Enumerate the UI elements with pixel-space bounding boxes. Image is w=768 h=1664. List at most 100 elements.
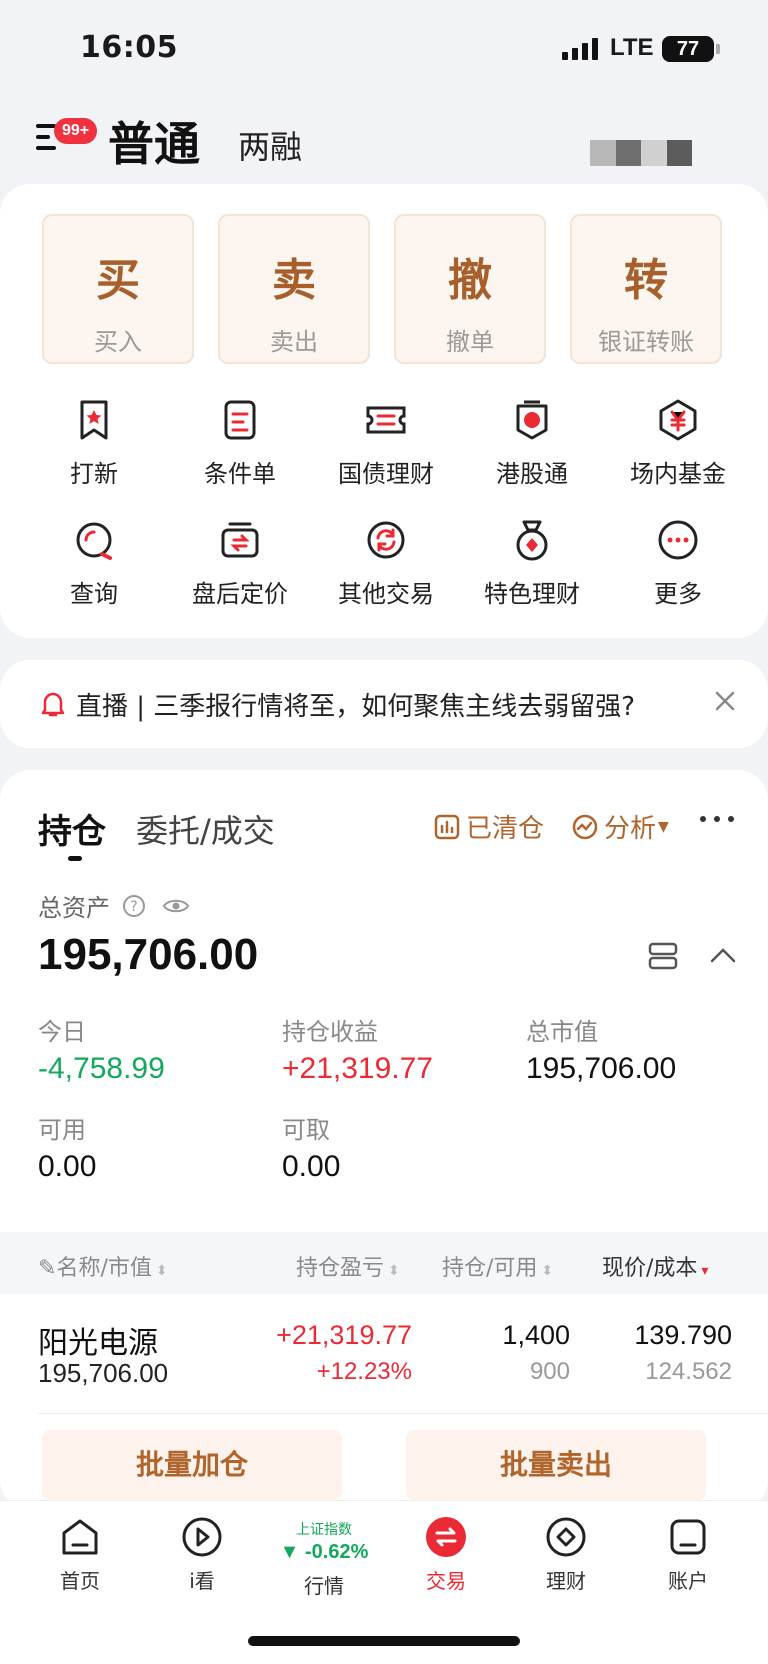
grid-item-more[interactable]: 更多 <box>608 518 748 609</box>
nav-label-account: 账户 <box>668 1569 708 1593</box>
diamond-icon <box>546 1517 586 1557</box>
grid-label-conditional: 条件单 <box>204 460 276 488</box>
grid-item-query[interactable]: 查询 <box>24 518 164 609</box>
cleared-label: 已清仓 <box>466 814 545 844</box>
list-view-icon[interactable] <box>648 942 678 970</box>
grid-label-hk-connect: 港股通 <box>496 460 568 488</box>
table-row[interactable]: 阳光电源 195,706.00 +21,319.77 +12.23% 1,400… <box>0 1294 768 1414</box>
refresh-icon <box>367 521 405 559</box>
stock-available: 900 <box>529 1358 570 1385</box>
medal-icon <box>516 520 548 561</box>
column-price[interactable]: 现价/成本 ▾ <box>602 1250 708 1282</box>
grid-label-fund: 场内基金 <box>630 460 726 488</box>
tab-orders[interactable]: 委托/成交 <box>136 806 275 852</box>
batch-add-button[interactable]: 批量加仓 <box>42 1430 342 1500</box>
close-icon[interactable] <box>712 688 738 714</box>
message-badge[interactable]: 99+ <box>54 118 98 144</box>
column-name[interactable]: ✎名称/市值 ⬍ <box>38 1250 168 1282</box>
account-avatar[interactable] <box>590 140 692 166</box>
nav-label-home: 首页 <box>60 1569 100 1593</box>
cancel-char: 撤 <box>448 255 492 306</box>
tab-margin[interactable]: 两融 <box>238 122 302 168</box>
tab-normal[interactable]: 普通 <box>108 108 200 174</box>
live-banner[interactable]: 直播 | 三季报行情将至，如何聚焦主线去弱留强? <box>0 660 768 748</box>
after-hours-icon <box>221 522 259 558</box>
ipo-icon <box>80 400 108 440</box>
grid-label-special-finance: 特色理财 <box>484 580 580 608</box>
row-divider <box>38 1413 768 1414</box>
sell-button[interactable]: 卖 卖出 <box>218 214 370 364</box>
battery-icon: 77 <box>662 36 720 62</box>
analysis-icon <box>572 814 598 839</box>
nav-account[interactable]: 账户 <box>638 1515 738 1594</box>
search-icon <box>76 522 112 560</box>
home-indicator[interactable] <box>248 1636 520 1646</box>
trade-icon <box>426 1517 466 1557</box>
buy-button[interactable]: 买 买入 <box>42 214 194 364</box>
stock-cost: 124.562 <box>645 1358 732 1385</box>
column-name-label: 名称/市值 <box>56 1256 152 1281</box>
yen-fund-icon <box>659 399 697 441</box>
withdrawable-label: 可取 <box>282 1116 330 1144</box>
network-type: LTE <box>610 34 654 61</box>
index-name: 上证指数 <box>296 1522 352 1538</box>
market-value-label: 总市值 <box>526 1018 598 1046</box>
bond-icon <box>366 406 406 434</box>
nav-market[interactable]: 上证指数 ▼ -0.62% 行情 <box>274 1517 374 1599</box>
eye-icon[interactable] <box>162 894 190 918</box>
nav-watch[interactable]: i看 <box>152 1515 252 1594</box>
transfer-button[interactable]: 转 银证转账 <box>570 214 722 364</box>
nav-label-finance: 理财 <box>546 1569 586 1593</box>
tab-holdings[interactable]: 持仓 <box>38 804 106 853</box>
chevron-up-icon[interactable] <box>710 946 736 964</box>
conditional-order-icon <box>224 400 256 440</box>
nav-finance[interactable]: 理财 <box>516 1515 616 1594</box>
column-pnl[interactable]: 持仓盈亏 ⬍ <box>296 1250 400 1282</box>
nav-trade[interactable]: 交易 <box>396 1515 496 1594</box>
sort-desc-icon: ▾ <box>701 1263 709 1279</box>
buy-label: 买入 <box>94 328 142 356</box>
stock-position: 1,400 <box>502 1320 570 1350</box>
nav-home[interactable]: 首页 <box>30 1515 130 1594</box>
grid-item-other-trade[interactable]: 其他交易 <box>316 518 456 609</box>
market-value: 195,706.00 <box>526 1052 677 1085</box>
holdings-table-header: ✎名称/市值 ⬍ 持仓盈亏 ⬍ 持仓/可用 ⬍ 现价/成本 ▾ <box>0 1232 768 1294</box>
grid-item-fund[interactable]: 场内基金 <box>608 398 748 489</box>
cancel-order-button[interactable]: 撤 撤单 <box>394 214 546 364</box>
batch-sell-label: 批量卖出 <box>499 1448 612 1481</box>
sort-icon: ⬍ <box>388 1263 400 1279</box>
column-position-label: 持仓/可用 <box>442 1256 538 1281</box>
stock-price: 139.790 <box>634 1320 732 1350</box>
total-asset-label-row: 总资产 ? <box>38 888 190 923</box>
holdings-card: 持仓 委托/成交 已清仓 分析 ▼ 总资产 ? 195,706.00 今日 -4… <box>0 770 768 1510</box>
today-value: -4,758.99 <box>38 1052 165 1085</box>
total-asset-value: 195,706.00 <box>38 930 259 979</box>
banner-text[interactable]: 直播 | 三季报行情将至，如何聚焦主线去弱留强? <box>76 686 635 723</box>
help-icon[interactable]: ? <box>122 894 146 918</box>
sort-icon: ⬍ <box>155 1263 168 1279</box>
batch-add-label: 批量加仓 <box>135 1448 248 1481</box>
bell-icon <box>41 692 65 717</box>
grid-item-conditional[interactable]: 条件单 <box>170 398 310 489</box>
batch-sell-button[interactable]: 批量卖出 <box>406 1430 706 1500</box>
cancel-label: 撤单 <box>446 328 494 356</box>
column-pnl-label: 持仓盈亏 <box>296 1256 385 1281</box>
trade-functions-card: 买 买入 卖 卖出 撤 撤单 转 银证转账 打新 条件单 国债理财 港股通 场内… <box>0 184 768 638</box>
stock-market-value: 195,706.00 <box>38 1358 169 1388</box>
grid-item-special-finance[interactable]: 特色理财 <box>462 518 602 609</box>
transfer-char: 转 <box>624 255 668 306</box>
withdrawable-value: 0.00 <box>282 1150 341 1183</box>
more-options-icon[interactable] <box>700 816 734 826</box>
grid-item-hk-connect[interactable]: 港股通 <box>462 398 602 489</box>
analysis-label: 分析 <box>604 814 657 844</box>
grid-label-query: 查询 <box>70 580 118 608</box>
grid-item-after-hours[interactable]: 盘后定价 <box>170 518 310 609</box>
grid-item-ipo[interactable]: 打新 <box>24 398 164 489</box>
column-position[interactable]: 持仓/可用 ⬍ <box>442 1250 553 1282</box>
account-icon <box>670 1519 706 1555</box>
analysis-button[interactable]: 分析 ▼ <box>572 808 669 845</box>
cleared-positions-button[interactable]: 已清仓 <box>434 808 544 845</box>
grid-item-bond[interactable]: 国债理财 <box>316 398 456 489</box>
svg-text:?: ? <box>130 899 137 915</box>
status-bar: 16:05 LTE 77 <box>0 0 768 92</box>
